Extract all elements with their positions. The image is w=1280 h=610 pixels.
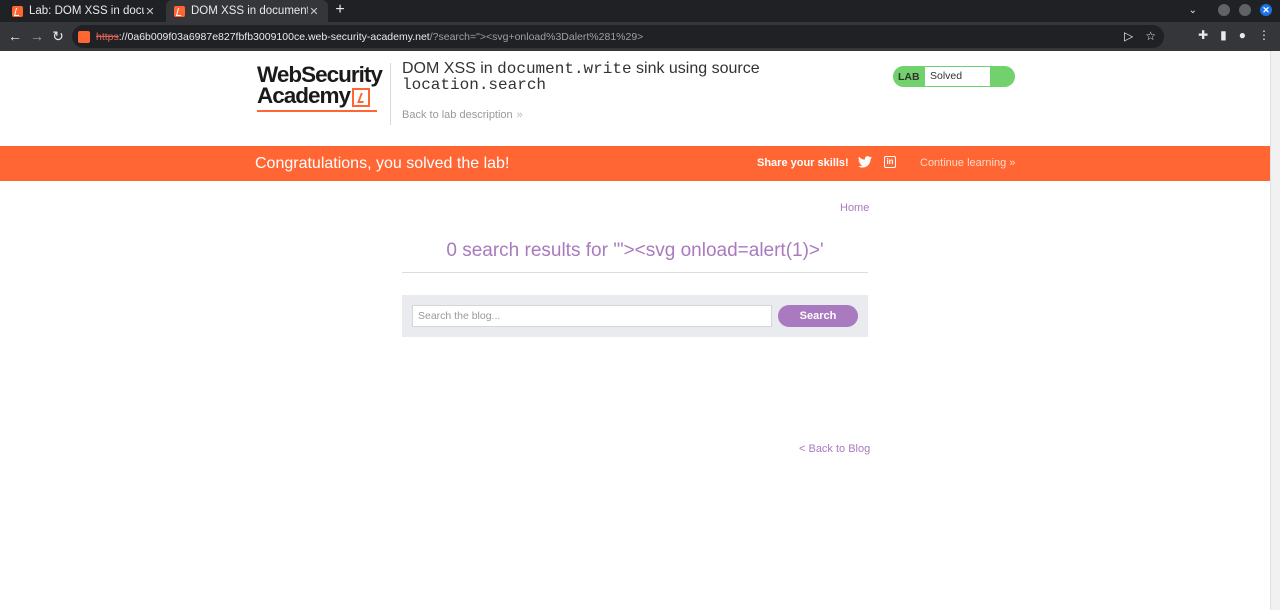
minimize-icon[interactable] — [1218, 4, 1230, 16]
lab-status-widget: LAB Solved — [893, 66, 1015, 87]
double-chevron-right-icon: » — [516, 109, 523, 121]
browser-tab-lab[interactable]: Lab: DOM XSS in docume ✕ — [4, 0, 164, 22]
web-security-academy-logo[interactable]: WebSecurity Academy — [257, 62, 389, 112]
twitter-icon[interactable] — [858, 156, 872, 168]
profile-icon[interactable]: ● — [1239, 28, 1246, 42]
extensions-icon[interactable]: ✚ — [1198, 28, 1208, 42]
forward-arrow-icon[interactable]: → — [29, 28, 45, 44]
search-button[interactable]: Search — [778, 305, 858, 327]
new-tab-icon[interactable]: + — [332, 1, 348, 19]
continue-learning-text: Continue learning — [920, 157, 1007, 169]
tab-title: DOM XSS in document.w — [191, 5, 308, 17]
web-page: WebSecurity Academy DOM XSS in document.… — [0, 51, 1270, 610]
browser-toolbar: ← → ↻ https://0a6b009f03a6987e827fbfb300… — [0, 22, 1280, 51]
portswigger-favicon-icon — [174, 5, 185, 17]
tab-search-chevron-icon[interactable]: ⌄ — [1189, 5, 1197, 16]
tab-title: Lab: DOM XSS in docume — [29, 5, 144, 17]
header-divider — [390, 63, 391, 125]
congratulations-banner: Congratulations, you solved the lab! Sha… — [0, 146, 1270, 181]
lab-title: DOM XSS in document.write sink using sou… — [402, 60, 792, 94]
maximize-icon[interactable] — [1239, 4, 1251, 16]
search-results-heading: 0 search results for '"><svg onload=aler… — [446, 240, 824, 261]
search-form: Search — [402, 295, 868, 337]
search-input[interactable] — [412, 305, 772, 327]
double-chevron-right-icon: » — [1009, 157, 1016, 169]
logo-line-2: Academy — [257, 83, 389, 108]
star-icon[interactable]: ☆ — [1145, 29, 1156, 43]
address-bar[interactable]: https://0a6b009f03a6987e827fbfb3009100ce… — [72, 25, 1164, 48]
browser-tab-active[interactable]: DOM XSS in document.w ✕ — [166, 0, 328, 22]
linkedin-icon[interactable]: in — [884, 156, 896, 168]
congratulations-message: Congratulations, you solved the lab! — [255, 155, 510, 172]
continue-learning-link[interactable]: Continue learning » — [920, 157, 1015, 169]
reload-icon[interactable]: ↻ — [50, 28, 66, 45]
lab-title-code-2: location.search — [402, 76, 547, 94]
lab-title-text-2: sink using source — [631, 60, 760, 77]
url-host: ://0a6b009f03a6987e827fbfb3009100ce.web-… — [118, 30, 430, 43]
logo-mark-icon — [352, 87, 371, 107]
back-to-lab-description-text: Back to lab description — [402, 109, 513, 121]
logo-line-2-text: Academy — [257, 83, 351, 108]
page-scrollbar[interactable] — [1270, 51, 1280, 610]
back-to-lab-description-link[interactable]: Back to lab description» — [402, 109, 523, 121]
lab-title-text-1: DOM XSS in — [402, 60, 498, 77]
site-info-icon[interactable] — [78, 30, 90, 43]
back-arrow-icon[interactable]: ← — [7, 28, 23, 44]
lab-status-value: Solved — [925, 67, 990, 86]
send-icon[interactable]: ▷ — [1124, 29, 1133, 43]
menu-icon[interactable]: ⋮ — [1258, 28, 1270, 42]
portswigger-favicon-icon — [12, 5, 23, 17]
back-to-blog-link[interactable]: < Back to Blog — [799, 443, 870, 455]
url-path: /?search="><svg+onload%3Dalert%281%29> — [429, 30, 644, 43]
url-scheme: https — [96, 30, 119, 43]
home-link[interactable]: Home — [840, 202, 869, 214]
results-divider — [402, 272, 868, 273]
share-skills-label: Share your skills! — [757, 157, 849, 169]
lab-status-label: LAB — [898, 70, 920, 83]
tab-close-icon[interactable]: ✕ — [308, 5, 320, 18]
side-panel-icon[interactable]: ▮ — [1220, 28, 1227, 42]
tab-close-icon[interactable]: ✕ — [144, 5, 156, 18]
logo-line-1: WebSecurity — [257, 62, 383, 87]
browser-tab-bar: Lab: DOM XSS in docume ✕ DOM XSS in docu… — [0, 0, 1280, 22]
logo-underline — [257, 110, 377, 112]
window-close-icon[interactable]: ✕ — [1260, 4, 1272, 16]
